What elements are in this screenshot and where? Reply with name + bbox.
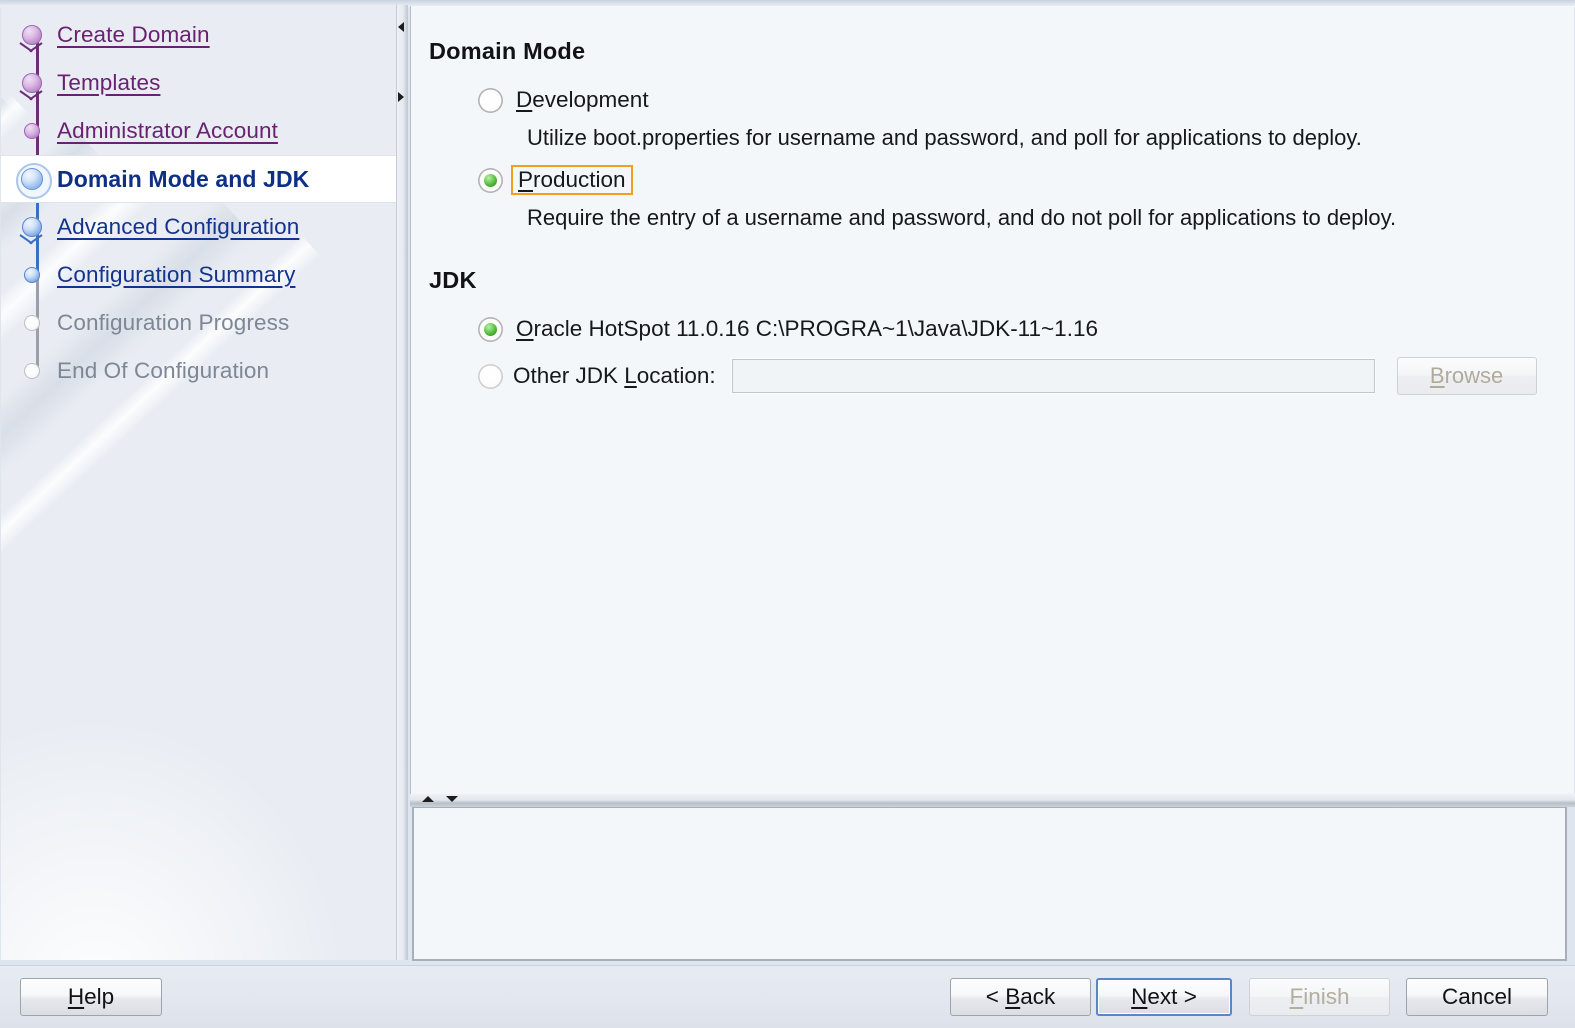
sidebar-item-advanced-configuration[interactable]: Advanced Configuration: [1, 203, 396, 251]
browse-label-rest: rowse: [1445, 363, 1504, 388]
domain-configuration-wizard: Create Domain Templates Administrator Ac…: [0, 0, 1575, 1028]
sidebar-item-label[interactable]: Advanced Configuration: [57, 216, 299, 239]
sidebar-item-label: End Of Configuration: [57, 360, 269, 383]
help-button[interactable]: Help: [20, 978, 162, 1016]
triangle-down-icon[interactable]: [446, 796, 458, 802]
sidebar-item-configuration-progress: Configuration Progress: [1, 299, 396, 347]
triangle-up-icon[interactable]: [422, 796, 434, 802]
wizard-button-bar: Help < Back Next > Finish Cancel: [0, 965, 1575, 1028]
production-label[interactable]: Production: [511, 165, 633, 196]
vertical-splitter[interactable]: [397, 5, 408, 960]
next-label-rest: ext >: [1147, 984, 1196, 1009]
sidebar-item-label[interactable]: Templates: [57, 72, 160, 95]
help-mnemonic: H: [68, 984, 84, 1009]
production-mnemonic: P: [518, 167, 533, 192]
sidebar-item-domain-mode-and-jdk[interactable]: Domain Mode and JDK: [1, 155, 396, 203]
production-radio-row[interactable]: Production: [478, 163, 1574, 197]
node-blue-small-icon: [15, 253, 57, 297]
cancel-label: Cancel: [1442, 984, 1512, 1009]
browse-mnemonic: B: [1430, 363, 1445, 388]
production-radio[interactable]: [478, 168, 503, 193]
help-label-rest: elp: [84, 984, 114, 1009]
other-jdk-location-input[interactable]: [732, 359, 1375, 393]
node-purple-branch-icon: [15, 13, 57, 57]
sidebar-item-templates[interactable]: Templates: [1, 59, 396, 107]
sidebar-item-configuration-summary[interactable]: Configuration Summary: [1, 251, 396, 299]
back-label-rest: ack: [1020, 984, 1055, 1009]
sidebar-item-administrator-account[interactable]: Administrator Account: [1, 107, 396, 155]
jdk-heading: JDK: [429, 267, 1574, 294]
step-list: Create Domain Templates Administrator Ac…: [1, 5, 396, 395]
development-label-rest: evelopment: [532, 87, 648, 112]
sidebar-item-label: Domain Mode and JDK: [57, 168, 309, 191]
node-blue-branch-icon: [15, 205, 57, 249]
node-hollow-icon: [15, 349, 57, 393]
production-label-rest: roduction: [533, 167, 626, 192]
other-jdk-label-before: Other JDK: [513, 363, 624, 388]
development-label[interactable]: Development: [513, 87, 652, 114]
finish-mnemonic: F: [1289, 984, 1303, 1009]
message-panel-text: [414, 808, 1565, 824]
browse-button: Browse: [1397, 357, 1537, 395]
sidebar-item-create-domain[interactable]: Create Domain: [1, 11, 396, 59]
next-button[interactable]: Next >: [1096, 978, 1232, 1016]
oracle-hotspot-mnemonic: O: [516, 316, 534, 341]
finish-button: Finish: [1249, 978, 1390, 1016]
finish-label-rest: inish: [1303, 984, 1349, 1009]
oracle-hotspot-label[interactable]: Oracle HotSpot 11.0.16 C:\PROGRA~1\Java\…: [513, 316, 1101, 343]
other-jdk-mnemonic: L: [624, 363, 637, 388]
next-mnemonic: N: [1131, 984, 1147, 1009]
back-button[interactable]: < Back: [950, 978, 1091, 1016]
triangle-right-icon[interactable]: [398, 92, 404, 102]
node-purple-small-icon: [15, 109, 57, 153]
sidebar-item-end-of-configuration: End Of Configuration: [1, 347, 396, 395]
back-label-before: <: [986, 984, 1005, 1009]
wizard-step-navigation: Create Domain Templates Administrator Ac…: [1, 5, 397, 960]
oracle-hotspot-label-rest: racle HotSpot 11.0.16 C:\PROGRA~1\Java\J…: [534, 316, 1098, 341]
main-content-pane: Domain Mode Development Utilize boot.pro…: [410, 6, 1574, 800]
development-radio-row[interactable]: Development: [478, 83, 1574, 117]
sidebar-item-label[interactable]: Administrator Account: [57, 120, 278, 143]
development-description: Utilize boot.properties for username and…: [527, 127, 1574, 149]
domain-mode-heading: Domain Mode: [429, 38, 1574, 65]
other-jdk-radio[interactable]: [478, 364, 503, 389]
cancel-button[interactable]: Cancel: [1406, 978, 1548, 1016]
triangle-left-icon[interactable]: [398, 22, 404, 32]
other-jdk-row[interactable]: Other JDK Location: Browse: [478, 357, 1574, 395]
node-hollow-icon: [15, 301, 57, 345]
development-mnemonic: D: [516, 87, 532, 112]
other-jdk-label[interactable]: Other JDK Location:: [513, 365, 716, 388]
node-purple-branch-icon: [15, 61, 57, 105]
back-mnemonic: B: [1005, 984, 1020, 1009]
node-current-ring-icon: [15, 157, 57, 201]
sidebar-item-label: Configuration Progress: [57, 312, 289, 335]
other-jdk-label-after: ocation:: [637, 363, 716, 388]
oracle-hotspot-radio-row[interactable]: Oracle HotSpot 11.0.16 C:\PROGRA~1\Java\…: [478, 312, 1574, 346]
message-panel: [412, 806, 1567, 961]
oracle-hotspot-radio[interactable]: [478, 317, 503, 342]
production-description: Require the entry of a username and pass…: [527, 207, 1574, 229]
development-radio[interactable]: [478, 88, 503, 113]
sidebar-item-label[interactable]: Configuration Summary: [57, 264, 295, 287]
horizontal-splitter[interactable]: [410, 794, 1575, 807]
sidebar-item-label[interactable]: Create Domain: [57, 24, 210, 47]
